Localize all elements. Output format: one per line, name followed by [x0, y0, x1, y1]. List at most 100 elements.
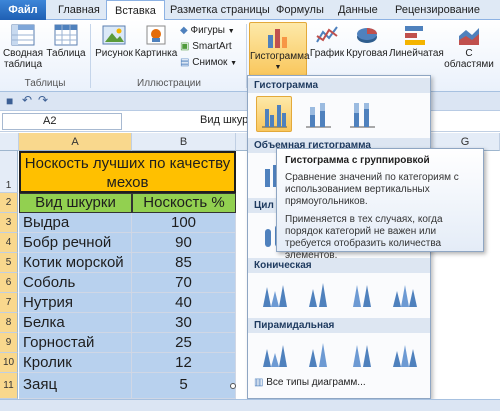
bar-chart-button[interactable]: Линейчатая	[389, 24, 444, 59]
tab-data[interactable]: Данные	[338, 0, 378, 20]
picture-button[interactable]: Рисунок	[94, 24, 134, 59]
chart-tooltip: Гистограмма с группировкой Сравнение зна…	[276, 148, 484, 261]
header-cell-species[interactable]: Вид шкурки	[19, 193, 132, 213]
table-cell-name[interactable]: Бобр речной	[19, 233, 132, 253]
all-chart-types-link[interactable]: ▥ Все типы диаграмм...	[254, 376, 366, 390]
screenshot-button[interactable]: ▤ Снимок ▼	[180, 56, 237, 70]
row-header[interactable]: 6	[0, 273, 18, 293]
table-cell-value[interactable]: 70	[132, 273, 236, 293]
stacked-column-option[interactable]	[300, 96, 336, 132]
ribbon-tab-bar: Файл Главная Вставка Разметка страницы Ф…	[0, 0, 500, 21]
row-header[interactable]: 7	[0, 293, 18, 313]
row-header[interactable]: 1	[0, 151, 18, 193]
selection-resize-handle[interactable]	[230, 383, 236, 389]
clustered-column-option[interactable]	[256, 96, 292, 132]
picture-label: Рисунок	[95, 48, 133, 59]
shapes-icon: ◆	[180, 25, 188, 36]
table-cell-value[interactable]: 5	[132, 373, 236, 399]
pie-chart-icon	[357, 28, 377, 43]
tab-formulas[interactable]: Формулы	[276, 0, 324, 20]
tab-insert[interactable]: Вставка	[106, 0, 165, 21]
table-cell-value[interactable]: 40	[132, 293, 236, 313]
sheet-bottom-bar	[0, 399, 500, 411]
smartart-button[interactable]: ▣ SmartArt	[180, 40, 232, 54]
table-cell-name[interactable]: Кролик	[19, 353, 132, 373]
pie-chart-button[interactable]: Круговая	[345, 24, 389, 59]
pyramid-percent-option[interactable]	[344, 336, 380, 372]
clipart-icon	[146, 25, 166, 45]
tooltip-title: Гистограмма с группировкой	[285, 155, 430, 166]
pyramid-stacked-icon	[309, 343, 327, 367]
table-cell-value[interactable]: 25	[132, 333, 236, 353]
row-header[interactable]: 11	[0, 373, 18, 399]
cone-stacked-icon	[309, 283, 327, 307]
table-cell-name[interactable]: Нутрия	[19, 293, 132, 313]
pivot-table-icon	[11, 24, 35, 46]
tab-review[interactable]: Рецензирование	[395, 0, 480, 20]
pyramid-clustered-option[interactable]	[256, 336, 292, 372]
shapes-button[interactable]: ◆ Фигуры ▼	[180, 24, 235, 38]
percent-column-option[interactable]	[344, 96, 380, 132]
redo-icon[interactable]: ↷	[38, 93, 48, 107]
table-cell-value[interactable]: 12	[132, 353, 236, 373]
tab-home[interactable]: Главная	[58, 0, 100, 20]
header-cell-wear[interactable]: Носкость %	[132, 193, 236, 213]
cone-clustered-icon	[263, 285, 287, 307]
table-cell-name[interactable]: Горностай	[19, 333, 132, 353]
bar-chart-label: Линейчатая	[389, 48, 444, 59]
tab-file[interactable]: Файл	[0, 0, 46, 20]
table-cell-name[interactable]: Выдра	[19, 213, 132, 233]
row-header[interactable]: 4	[0, 233, 18, 253]
select-all-corner[interactable]	[0, 133, 19, 151]
clipart-button[interactable]: Картинка	[134, 24, 178, 59]
cone-3d-option[interactable]	[388, 276, 424, 312]
pie-chart-label: Круговая	[346, 48, 388, 59]
screenshot-label: Снимок	[192, 57, 228, 68]
table-cell-name[interactable]: Котик морской	[19, 253, 132, 273]
table-cell-value[interactable]: 90	[132, 233, 236, 253]
pivot-table-label: Сводная таблица	[2, 48, 44, 70]
table-cell-value[interactable]: 100	[132, 213, 236, 233]
pyramid-stacked-option[interactable]	[300, 336, 336, 372]
column-header-a[interactable]: A	[19, 133, 132, 151]
cone-percent-option[interactable]	[344, 276, 380, 312]
pyramid-3d-icon	[393, 345, 417, 367]
dropdown-arrow-icon: ▼	[230, 60, 238, 67]
undo-icon[interactable]: ↶	[22, 93, 32, 107]
percent-column-icon	[350, 103, 375, 128]
pyramid-3d-option[interactable]	[388, 336, 424, 372]
cone-percent-icon	[353, 285, 371, 307]
table-cell-name[interactable]: Соболь	[19, 273, 132, 293]
pivot-table-button[interactable]: Сводная таблица	[2, 24, 44, 70]
row-header[interactable]: 9	[0, 333, 18, 353]
gallery-section-histogram: Гистограмма	[248, 78, 430, 93]
row-header[interactable]: 2	[0, 193, 18, 213]
tooltip-usage: Применяется в тех случаях, когда порядок…	[285, 214, 443, 261]
area-chart-icon	[459, 28, 479, 45]
tab-page-layout[interactable]: Разметка страницы	[170, 0, 270, 20]
table-cell-name[interactable]: Белка	[19, 313, 132, 333]
group-separator	[90, 24, 91, 88]
table-cell-value[interactable]: 85	[132, 253, 236, 273]
table-cell-name[interactable]: Заяц	[19, 373, 132, 399]
table-button[interactable]: Таблица	[46, 24, 86, 59]
line-chart-button[interactable]: График	[309, 24, 345, 59]
save-icon[interactable]: ■	[6, 94, 13, 108]
cone-stacked-option[interactable]	[300, 276, 336, 312]
column-header-b[interactable]: B	[132, 133, 236, 151]
shapes-label: Фигуры	[190, 25, 225, 36]
row-header[interactable]: 10	[0, 353, 18, 373]
table-title-cell[interactable]: Носкость лучших по качеству мехов	[19, 151, 236, 193]
cone-clustered-option[interactable]	[256, 276, 292, 312]
row-header[interactable]: 3	[0, 213, 18, 233]
area-chart-button[interactable]: С областями	[443, 24, 495, 70]
smartart-icon: ▣	[180, 41, 190, 52]
all-chart-types-label: Все типы диаграмм...	[266, 377, 366, 388]
name-box[interactable]: A2	[2, 113, 122, 130]
histogram-button[interactable]: Гистограмма ▼	[249, 22, 310, 76]
row-header[interactable]: 8	[0, 313, 18, 333]
clipart-label: Картинка	[134, 48, 178, 59]
dropdown-arrow-icon: ▼	[227, 28, 235, 35]
row-header[interactable]: 5	[0, 253, 18, 273]
table-cell-value[interactable]: 30	[132, 313, 236, 333]
